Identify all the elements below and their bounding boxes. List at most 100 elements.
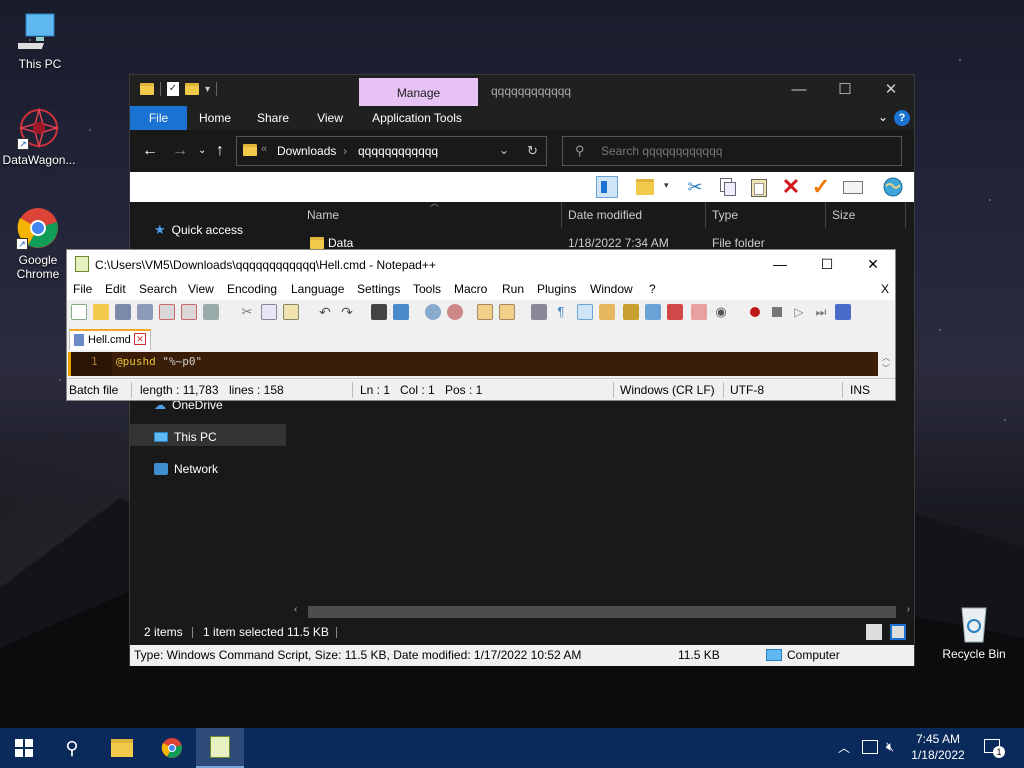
maximize-button[interactable]: ☐ [822, 75, 868, 105]
menu-view[interactable]: View [188, 282, 214, 296]
menu-edit[interactable]: Edit [105, 282, 126, 296]
refresh-icon[interactable]: ↻ [527, 143, 538, 159]
word-wrap-icon[interactable] [531, 304, 547, 320]
nav-quick-access[interactable]: ★ Quick access [154, 222, 243, 238]
dropdown-arrow-icon[interactable]: ▾ [664, 180, 669, 191]
sync-vertical-icon[interactable] [477, 304, 493, 320]
menu-window[interactable]: Window [590, 282, 633, 296]
close-button[interactable]: ✕ [868, 75, 914, 105]
tab-file[interactable]: File [130, 106, 187, 130]
npp-minimize-button[interactable]: — [757, 250, 803, 279]
up-arrow-icon[interactable]: ↑ [216, 142, 224, 160]
user-language-icon[interactable] [599, 304, 615, 320]
menu-plugins[interactable]: Plugins [537, 282, 576, 296]
cut-icon[interactable]: ✂ [684, 176, 706, 198]
tab-home[interactable]: Home [192, 106, 238, 130]
close-all-icon[interactable] [181, 304, 197, 320]
close-document-button[interactable]: X [881, 282, 889, 296]
address-bar[interactable]: « Downloads › qqqqqqqqqqqq ⌄ ↻ [236, 136, 547, 166]
taskbar-chrome[interactable] [148, 728, 196, 768]
forward-arrow-icon[interactable]: → [172, 142, 188, 160]
menu-encoding[interactable]: Encoding [227, 282, 277, 296]
paste-icon[interactable] [748, 176, 770, 198]
doc-map-icon[interactable] [623, 304, 639, 320]
properties-icon[interactable]: ✓ [167, 82, 179, 96]
large-icons-view-icon[interactable] [890, 624, 906, 640]
show-all-chars-icon[interactable]: ¶ [553, 304, 569, 320]
help-icon[interactable]: ? [894, 110, 910, 126]
scroll-down-icon[interactable]: ﹀ [878, 363, 894, 374]
desktop-icon-this-pc[interactable]: This PC [2, 10, 78, 71]
find-icon[interactable] [371, 304, 387, 320]
menu-run[interactable]: Run [502, 282, 524, 296]
taskbar-notepadpp[interactable] [196, 728, 244, 768]
menu-language[interactable]: Language [291, 282, 344, 296]
npp-editor[interactable]: 1 @pushd "%~p0" ︿ ﹀ [68, 352, 894, 376]
zoom-in-icon[interactable] [425, 304, 441, 320]
save-icon[interactable] [115, 304, 131, 320]
details-view-icon[interactable] [866, 624, 882, 640]
breadcrumb-overflow-icon[interactable]: « [261, 143, 267, 155]
print-icon[interactable] [203, 304, 219, 320]
preview-pane-icon[interactable] [596, 176, 618, 198]
horizontal-scrollbar[interactable]: ‹ › [290, 604, 914, 620]
start-button[interactable] [0, 728, 48, 768]
search-input[interactable] [601, 143, 891, 159]
column-name[interactable]: Name [307, 202, 339, 228]
scroll-left-icon[interactable]: ‹ [294, 604, 297, 615]
cut-icon[interactable]: ✂ [239, 304, 255, 320]
desktop-icon-recycle-bin[interactable]: Recycle Bin [936, 600, 1012, 661]
manage-context-tab[interactable]: Manage [359, 78, 478, 106]
open-file-icon[interactable] [93, 304, 109, 320]
folder-workspace-icon[interactable] [667, 304, 683, 320]
column-size[interactable]: Size [832, 202, 855, 228]
scroll-up-icon[interactable]: ︿ [878, 352, 894, 363]
play-macro-icon[interactable]: ▷ [791, 304, 807, 320]
menu-file[interactable]: File [73, 282, 92, 296]
breadcrumb-current[interactable]: qqqqqqqqqqqq [358, 144, 438, 158]
npp-vertical-scrollbar[interactable]: ︿ ﹀ [878, 352, 894, 376]
sync-horizontal-icon[interactable] [499, 304, 515, 320]
menu-help[interactable]: ? [649, 282, 656, 296]
menu-search[interactable]: Search [139, 282, 177, 296]
new-file-icon[interactable] [71, 304, 87, 320]
menu-settings[interactable]: Settings [357, 282, 400, 296]
run-macro-multiple-icon[interactable]: ⏭ [813, 304, 829, 320]
indent-guide-icon[interactable] [577, 304, 593, 320]
paste-icon[interactable] [283, 304, 299, 320]
save-macro-icon[interactable] [835, 304, 851, 320]
properties-card-icon[interactable] [842, 176, 864, 198]
address-dropdown-icon[interactable]: ⌄ [499, 143, 509, 157]
delete-icon[interactable]: ✕ [780, 176, 802, 198]
volume-muted-icon[interactable]: 🔇︎ [886, 739, 894, 768]
expand-ribbon-icon[interactable]: ⌄ [878, 110, 888, 124]
npp-maximize-button[interactable]: ☐ [804, 250, 850, 279]
show-hidden-icons[interactable]: ︿ [838, 739, 850, 768]
redo-icon[interactable]: ↷ [339, 304, 355, 320]
close-file-icon[interactable] [159, 304, 175, 320]
column-date-modified[interactable]: Date modified [568, 202, 642, 228]
taskbar-file-explorer[interactable] [98, 728, 146, 768]
status-eol[interactable]: Windows (CR LF) [620, 379, 715, 401]
rename-check-icon[interactable]: ✓ [810, 176, 832, 198]
new-folder-icon[interactable] [185, 83, 199, 95]
column-type[interactable]: Type [712, 202, 738, 228]
monitoring-icon[interactable] [691, 304, 707, 320]
clock[interactable]: 7:45 AM 1/18/2022 [908, 731, 968, 768]
copy-icon[interactable] [716, 176, 738, 198]
customize-qat-icon[interactable]: ▾ [205, 84, 210, 95]
save-all-icon[interactable] [137, 304, 153, 320]
back-arrow-icon[interactable]: ← [142, 142, 158, 160]
desktop-icon-datawagon[interactable]: ↗ DataWagon... [1, 106, 77, 167]
breadcrumb-downloads[interactable]: Downloads [277, 144, 336, 158]
zoom-out-icon[interactable] [447, 304, 463, 320]
undo-icon[interactable]: ↶ [317, 304, 333, 320]
tab-application-tools[interactable]: Application Tools [366, 106, 468, 130]
status-encoding[interactable]: UTF-8 [730, 379, 764, 401]
eye-icon[interactable]: ◉ [713, 304, 729, 320]
search-taskbar-button[interactable]: ⚲ [48, 728, 96, 768]
network-status-icon[interactable] [862, 740, 878, 754]
replace-icon[interactable] [393, 304, 409, 320]
function-list-icon[interactable] [645, 304, 661, 320]
minimize-button[interactable]: — [776, 75, 822, 105]
